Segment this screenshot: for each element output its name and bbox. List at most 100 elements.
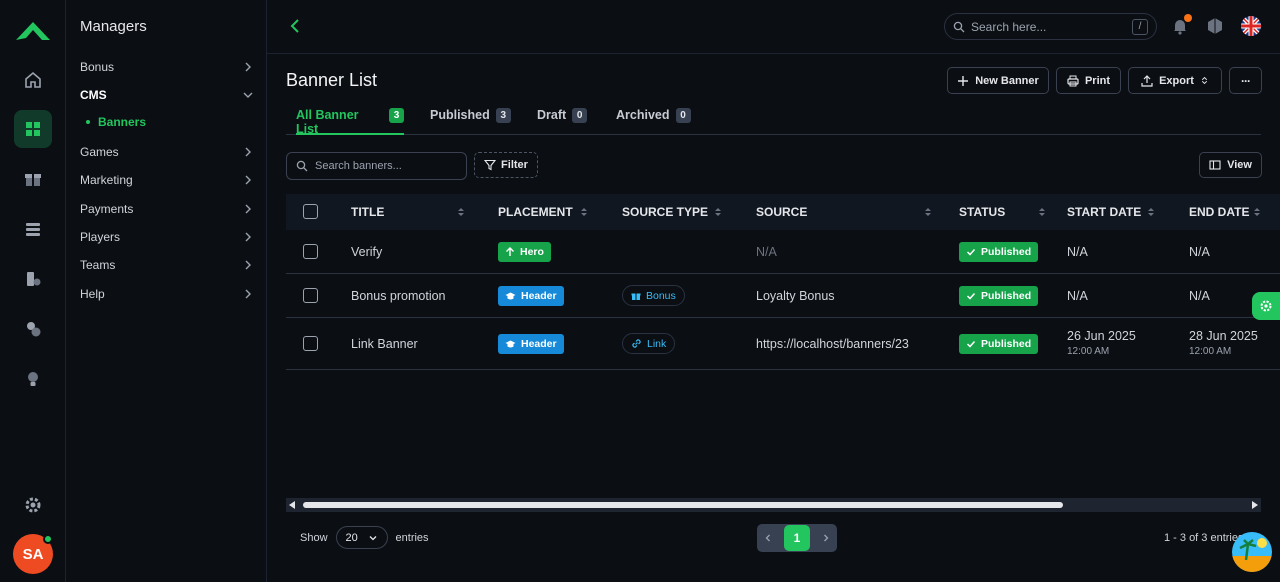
sidebar-item-games[interactable]: Games [80,141,254,163]
sidebar-item-help[interactable]: Help [80,283,254,305]
page-title: Banner List [286,70,378,90]
print-label: Print [1084,74,1111,87]
table-row[interactable]: Verify Hero N/A Published N/A N/A [286,230,1280,274]
sidebar-item-teams[interactable]: Teams [80,254,254,276]
column-header-start-date[interactable]: START DATE [1067,194,1141,230]
column-header-end-date[interactable]: END DATE [1189,194,1249,230]
page-size-select[interactable]: 20 [335,526,388,549]
tab-published[interactable]: Published 3 [430,108,511,135]
notifications-bell-icon[interactable] [1171,14,1192,35]
cell-end-date: 28 Jun 2025 12:00 AM [1189,329,1258,357]
sidebar-item-marketing[interactable]: Marketing [80,169,254,191]
global-search-input[interactable]: Search here... / [944,13,1157,40]
scroll-right-arrow-icon[interactable] [1252,501,1258,509]
search-icon [296,160,308,172]
back-arrow-icon[interactable] [285,16,305,36]
brand-logo-icon[interactable] [14,18,52,42]
source-type-label: Bonus [646,289,676,302]
tab-draft[interactable]: Draft 0 [537,108,588,135]
column-header-source-type[interactable]: SOURCE TYPE [622,194,708,230]
next-page-chevron-icon[interactable] [821,533,831,543]
placement-badge: Hero [498,242,551,262]
sidebar-item-label: Bonus [80,60,115,74]
home-icon[interactable] [14,61,52,99]
uk-flag-language-icon[interactable] [1241,16,1261,36]
end-time-value: 12:00 AM [1189,346,1232,357]
sidebar-subitem-label: Banners [98,115,147,129]
column-header-source[interactable]: SOURCE [756,194,807,230]
sidebar-item-cms[interactable]: CMS [80,84,254,106]
placement-badge: Header [498,334,564,354]
sidebar-item-payments[interactable]: Payments [80,198,254,220]
filter-label: Filter [501,159,528,171]
settings-drawer-tab[interactable] [1252,292,1280,320]
sidebar-item-label: Players [80,230,121,244]
managers-grid-icon[interactable] [14,110,52,148]
banner-search-input[interactable]: Search banners... [286,152,467,180]
prev-page-chevron-icon[interactable] [763,533,773,543]
pagination: 1 [757,524,837,552]
sidebar-item-bonus[interactable]: Bonus [80,56,254,78]
sort-icon[interactable] [714,206,722,218]
tab-all-banner-list[interactable]: All Banner List 3 [296,108,404,136]
assistant-bubble-avatar[interactable] [1232,532,1272,572]
avatar[interactable]: SA [13,534,53,574]
app: SA Managers Bonus CMS Banners Games Mark… [0,0,1280,582]
row-checkbox[interactable] [303,336,318,351]
tab-archived[interactable]: Archived 0 [616,108,691,135]
more-options-icon: ··· [1241,73,1251,88]
horizontal-scrollbar[interactable] [286,498,1261,512]
column-header-title[interactable]: TITLE [351,194,384,230]
cell-source: https://localhost/banners/23 [756,337,909,351]
sort-icon[interactable] [1253,206,1261,218]
chevron-right-icon [245,175,251,185]
layers-icon[interactable] [14,210,52,248]
sidebar-item-label: Help [80,287,105,301]
sidebar-subitem-banners[interactable]: Banners [86,115,146,129]
reports-icon[interactable] [14,260,52,298]
table-row[interactable]: Bonus promotion Header Bonus Loyalty Bon… [286,274,1280,318]
chevron-updown-icon [1201,76,1207,85]
sort-icon[interactable] [1038,206,1046,218]
view-columns-button[interactable]: View [1199,152,1262,178]
page-number-button[interactable]: 1 [784,525,810,551]
lightbulb-icon[interactable] [14,360,52,398]
sort-icon[interactable] [924,206,932,218]
cell-status: Published [959,286,1039,306]
source-type-chip: Bonus [622,285,685,306]
select-all-checkbox[interactable] [303,204,318,219]
sort-icon[interactable] [1147,206,1155,218]
more-options-button[interactable]: ··· [1229,67,1262,94]
scrollbar-thumb[interactable] [303,502,1063,508]
cell-placement: Header [498,286,564,306]
placement-badge: Header [498,286,564,306]
tab-label: Draft [537,108,567,122]
export-button[interactable]: Export [1128,67,1222,94]
placement-label: Hero [520,246,544,258]
row-checkbox[interactable] [303,244,318,259]
scroll-left-arrow-icon[interactable] [289,501,295,509]
filter-button[interactable]: Filter [474,152,538,178]
filter-funnel-icon [484,159,497,171]
table-row[interactable]: Link Banner Header Link https://localhos… [286,318,1280,370]
new-banner-button[interactable]: New Banner [947,67,1049,94]
users-icon[interactable] [14,310,52,348]
cell-status: Published [959,334,1039,354]
search-icon [953,21,965,32]
gift-icon[interactable] [14,160,52,198]
row-checkbox[interactable] [303,288,318,303]
sidebar-item-players[interactable]: Players [80,226,254,248]
settings-gear-icon[interactable] [14,486,52,524]
status-badge: Published [959,334,1039,354]
column-header-status[interactable]: STATUS [959,194,1005,230]
cell-placement: Header [498,334,564,354]
print-button[interactable]: Print [1056,67,1121,94]
columns-icon [1209,160,1221,170]
cell-start-date: N/A [1067,289,1088,303]
entries-info: 1 - 3 of 3 entries [1164,532,1244,544]
apps-cube-icon[interactable] [1206,17,1224,35]
sort-icon[interactable] [457,206,465,218]
column-header-placement[interactable]: PLACEMENT [498,194,573,230]
sort-icon[interactable] [580,206,588,218]
status-label: Published [981,338,1032,350]
